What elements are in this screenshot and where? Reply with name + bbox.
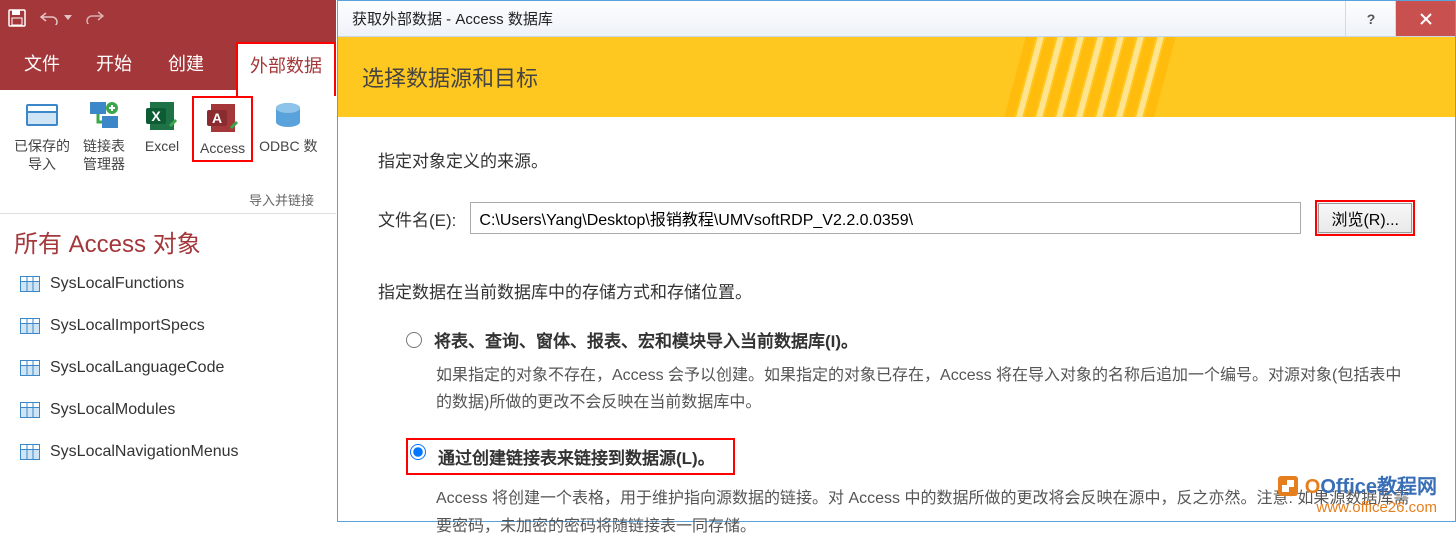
nav-item[interactable]: SysLocalNavigationMenus (14, 431, 322, 473)
btn-label: 已保存的 (14, 138, 70, 156)
watermark-brand-o: O (1305, 476, 1321, 498)
table-icon (20, 318, 40, 334)
help-button[interactable]: ? (1345, 1, 1395, 36)
btn-label: Access (200, 140, 245, 158)
svg-text:A: A (212, 110, 222, 126)
nav-pane-list: SysLocalFunctions SysLocalImportSpecs Sy… (0, 263, 336, 473)
import-odbc-button[interactable]: ODBC 数 (255, 96, 321, 158)
table-icon (20, 276, 40, 292)
nav-item[interactable]: SysLocalImportSpecs (14, 305, 322, 347)
saved-imports-button[interactable]: 已保存的 导入 (10, 96, 74, 175)
nav-item[interactable]: SysLocalLanguageCode (14, 347, 322, 389)
tab-external-data[interactable]: 外部数据 (236, 42, 336, 96)
table-icon (20, 360, 40, 376)
nav-item-label: SysLocalFunctions (50, 275, 184, 293)
radio-link[interactable] (410, 444, 426, 460)
save-icon[interactable] (8, 9, 26, 27)
storage-label: 指定数据在当前数据库中的存储方式和存储位置。 (378, 278, 1415, 303)
tab-home[interactable]: 开始 (92, 42, 136, 94)
source-label: 指定对象定义的来源。 (378, 147, 1415, 172)
radio-import[interactable] (406, 332, 422, 348)
tab-file[interactable]: 文件 (20, 42, 64, 94)
watermark: OOffice教程网 www.office26.com (1277, 475, 1437, 517)
import-access-button[interactable]: A Access (192, 96, 253, 162)
saved-imports-icon (24, 98, 60, 134)
file-name-input[interactable] (470, 202, 1301, 234)
btn-label: 链接表 (83, 138, 125, 156)
ribbon-tabs: 文件 开始 创建 外部数据 (0, 36, 336, 90)
watermark-link: www.office26.com (1277, 499, 1437, 517)
table-icon (20, 444, 40, 460)
get-external-data-dialog: 获取外部数据 - Access 数据库 ? 选择数据源和目标 指定对象定义的来源… (337, 0, 1456, 522)
svg-text:?: ? (1366, 12, 1375, 26)
browse-button[interactable]: 浏览(R)... (1315, 200, 1415, 236)
dialog-title: 获取外部数据 - Access 数据库 (352, 8, 553, 29)
btn-label: Excel (145, 138, 179, 156)
undo-icon[interactable] (40, 11, 72, 25)
dialog-banner-title: 选择数据源和目标 (362, 61, 538, 93)
nav-item-label: SysLocalNavigationMenus (50, 443, 239, 461)
odbc-icon (270, 98, 306, 134)
watermark-brand: Office教程网 (1320, 476, 1437, 498)
banner-decoration (1004, 37, 1175, 117)
ribbon-group-import: 已保存的 导入 链接表 管理器 X Excel A Access O (0, 90, 336, 214)
dialog-titlebar[interactable]: 获取外部数据 - Access 数据库 ? (338, 1, 1455, 37)
radio-link-description: Access 将创建一个表格，用于维护指向源数据的链接。对 Access 中的数… (406, 485, 1415, 539)
table-icon (20, 402, 40, 418)
excel-icon: X (144, 98, 180, 134)
close-button[interactable] (1395, 1, 1455, 36)
linked-table-manager-button[interactable]: 链接表 管理器 (76, 96, 132, 175)
nav-item-label: SysLocalImportSpecs (50, 317, 205, 335)
nav-item[interactable]: SysLocalModules (14, 389, 322, 431)
radio-import-label[interactable]: 将表、查询、窗体、报表、宏和模块导入当前数据库(I)。 (434, 327, 858, 352)
ribbon-group-label: 导入并链接 (249, 190, 314, 209)
dialog-banner: 选择数据源和目标 (338, 37, 1455, 117)
access-icon: A (205, 100, 241, 136)
redo-icon[interactable] (86, 10, 104, 27)
tab-create[interactable]: 创建 (164, 42, 208, 94)
linked-table-icon (86, 98, 122, 134)
radio-import-description: 如果指定的对象不存在，Access 会予以创建。如果指定的对象已存在，Acces… (406, 362, 1415, 416)
nav-pane-title[interactable]: 所有 Access 对象 (0, 214, 336, 263)
radio-link-label[interactable]: 通过创建链接表来链接到数据源(L)。 (438, 444, 715, 469)
nav-item-label: SysLocalLanguageCode (50, 359, 224, 377)
nav-item-label: SysLocalModules (50, 401, 175, 419)
svg-text:X: X (151, 108, 161, 124)
import-excel-button[interactable]: X Excel (134, 96, 190, 158)
quick-access-toolbar (0, 0, 336, 36)
btn-label: 导入 (28, 156, 56, 174)
nav-item[interactable]: SysLocalFunctions (14, 263, 322, 305)
btn-label: 管理器 (83, 156, 125, 174)
file-name-label: 文件名(E): (378, 206, 456, 231)
btn-label: ODBC 数 (259, 138, 317, 156)
